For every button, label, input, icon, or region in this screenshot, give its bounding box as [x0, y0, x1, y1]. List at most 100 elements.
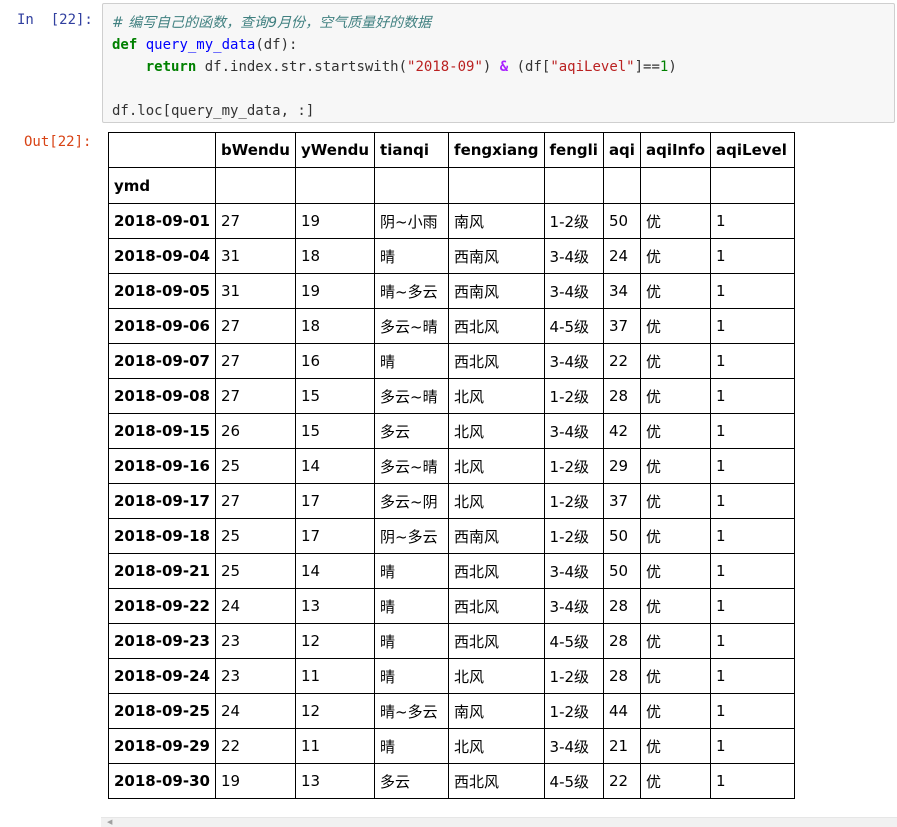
- table-cell: 多云: [374, 413, 450, 449]
- table-row: 2018-09-24 23 11 晴北风 1-2级 28 优 1: [108, 658, 796, 694]
- table-row: 2018-09-25 24 12 晴~多云 南风 1-2级 44 优 1: [108, 693, 796, 729]
- table-cell: 1: [710, 693, 796, 729]
- table-cell: 11: [294, 728, 376, 764]
- table-cell: 3-4级: [543, 588, 604, 624]
- table-cell: 晴: [374, 238, 450, 274]
- table-cell: 1: [710, 483, 796, 519]
- table-cell: 北风: [448, 448, 545, 484]
- output-area[interactable]: bWendu yWendu tianqi fengxiang fengli aq…: [101, 126, 897, 827]
- code-string-1: "2018-09": [407, 59, 483, 75]
- table-cell: 北风: [448, 413, 545, 449]
- table-cell: 29: [602, 448, 641, 484]
- input-prompt: In [22]:: [17, 12, 93, 28]
- table-cell: 27: [214, 343, 296, 379]
- table-cell: 优: [639, 658, 712, 694]
- table-cell: 1: [710, 378, 796, 414]
- table-cell: 优: [639, 553, 712, 589]
- table-row: 2018-09-21 25 14 晴西北风 3-4级 50 优 1: [108, 553, 796, 589]
- table-cell: 西南风: [448, 273, 545, 309]
- table-cell: 4-5级: [543, 623, 604, 659]
- table-cell: 1: [710, 413, 796, 449]
- table-cell: 晴: [374, 658, 450, 694]
- table-cell: 晴~多云: [374, 693, 450, 729]
- table-cell: 西南风: [448, 238, 545, 274]
- table-cell: 优: [639, 483, 712, 519]
- table-cell: 1: [710, 588, 796, 624]
- table-cell: 优: [639, 763, 712, 799]
- table-cell: 22: [214, 728, 296, 764]
- table-cell: 15: [294, 378, 376, 414]
- row-index: 2018-09-08: [108, 378, 216, 414]
- table-cell: 多云: [374, 763, 450, 799]
- table-cell: 28: [602, 378, 641, 414]
- table-cell: 西北风: [448, 308, 545, 344]
- column-header: aqiInfo: [639, 132, 712, 168]
- table-cell: 晴: [374, 343, 450, 379]
- table-cell: 3-4级: [543, 273, 604, 309]
- table-cell: 27: [214, 483, 296, 519]
- table-cell: 1: [710, 658, 796, 694]
- table-cell: 西北风: [448, 343, 545, 379]
- empty-header-cell: [710, 167, 796, 204]
- table-cell: 1-2级: [543, 483, 604, 519]
- table-cell: 21: [602, 728, 641, 764]
- code-expr-3: (df[: [508, 59, 551, 75]
- table-cell: 南风: [448, 693, 545, 729]
- table-cell: 42: [602, 413, 641, 449]
- table-cell: 优: [639, 273, 712, 309]
- table-cell: 西北风: [448, 553, 545, 589]
- table-cell: 多云~晴: [374, 448, 450, 484]
- column-header: bWendu: [214, 132, 296, 168]
- code-operator-and: &: [499, 59, 509, 75]
- code-expr-4: ]==: [634, 59, 660, 75]
- row-index: 2018-09-04: [108, 238, 216, 274]
- table-cell: 多云~晴: [374, 308, 450, 344]
- table-cell: 1: [710, 308, 796, 344]
- table-cell: 1: [710, 763, 796, 799]
- table-cell: 优: [639, 623, 712, 659]
- table-cell: 27: [214, 308, 296, 344]
- table-cell: 北风: [448, 378, 545, 414]
- horizontal-scrollbar[interactable]: ◀: [101, 817, 897, 827]
- empty-header-cell: [294, 167, 376, 204]
- table-cell: 24: [602, 238, 641, 274]
- function-params: (df):: [255, 37, 298, 53]
- table-row: 2018-09-29 22 11 晴北风 3-4级 21 优 1: [108, 728, 796, 764]
- table-row: 2018-09-23 23 12 晴西北风 4-5级 28 优 1: [108, 623, 796, 659]
- table-cell: 27: [214, 378, 296, 414]
- table-cell: 3-4级: [543, 413, 604, 449]
- scroll-left-arrow-icon[interactable]: ◀: [107, 818, 112, 827]
- table-cell: 1: [710, 448, 796, 484]
- table-cell: 1: [710, 343, 796, 379]
- table-cell: 13: [294, 763, 376, 799]
- table-cell: 50: [602, 518, 641, 554]
- row-index: 2018-09-06: [108, 308, 216, 344]
- table-cell: 13: [294, 588, 376, 624]
- row-index: 2018-09-21: [108, 553, 216, 589]
- table-cell: 晴: [374, 553, 450, 589]
- table-cell: 17: [294, 518, 376, 554]
- table-cell: 1-2级: [543, 518, 604, 554]
- table-cell: 3-4级: [543, 553, 604, 589]
- table-cell: 1: [710, 238, 796, 274]
- row-index: 2018-09-17: [108, 483, 216, 519]
- table-row: 2018-09-08 27 15 多云~晴 北风 1-2级 28 优 1: [108, 378, 796, 414]
- table-cell: 15: [294, 413, 376, 449]
- code-expr-5: ): [668, 59, 677, 75]
- table-cell: 27: [214, 203, 296, 239]
- table-cell: 22: [602, 343, 641, 379]
- table-cell: 北风: [448, 728, 545, 764]
- table-row: 2018-09-04 31 18 晴西南风 3-4级 24 优 1: [108, 238, 796, 274]
- code-text[interactable]: # 编写自己的函数，查询9月份，空气质量好的数据 def query_my_dat…: [112, 12, 677, 122]
- table-row: 2018-09-15 26 15 多云 北风 3-4级 42 优 1: [108, 413, 796, 449]
- code-editor[interactable]: # 编写自己的函数，查询9月份，空气质量好的数据 def query_my_dat…: [102, 3, 895, 123]
- column-header: aqiLevel: [710, 132, 796, 168]
- table-row: 2018-09-17 27 17 多云~阴 北风 1-2级 37 优 1: [108, 483, 796, 519]
- table-cell: 晴: [374, 623, 450, 659]
- table-cell: 34: [602, 273, 641, 309]
- table-row: 2018-09-22 24 13 晴西北风 3-4级 28 优 1: [108, 588, 796, 624]
- table-cell: 1-2级: [543, 203, 604, 239]
- code-line-comment: # 编写自己的函数，查询9月份，空气质量好的数据: [112, 12, 677, 34]
- row-index: 2018-09-16: [108, 448, 216, 484]
- table-cell: 优: [639, 448, 712, 484]
